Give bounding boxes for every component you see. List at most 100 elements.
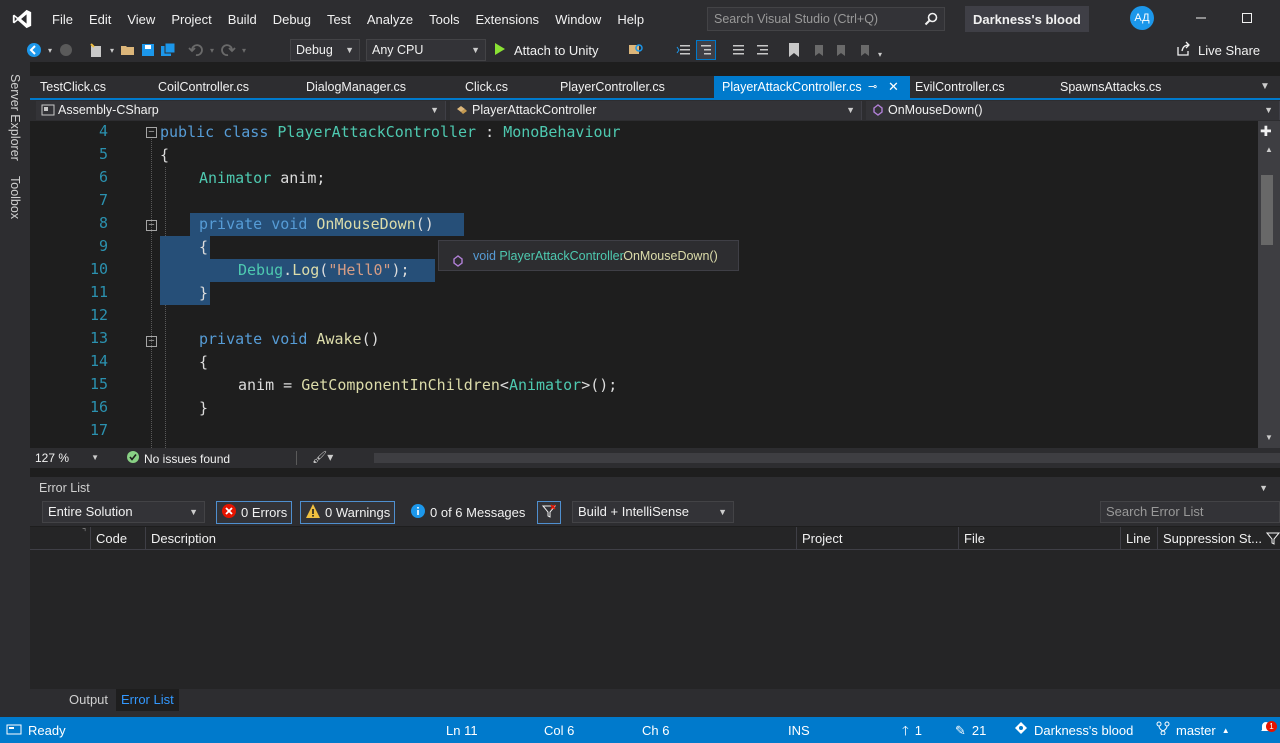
undo-dropdown-icon[interactable]: ▾ (206, 40, 218, 60)
tab-coilcontroller[interactable]: CoilController.cs (150, 76, 257, 98)
line-number: 6 (98, 168, 108, 186)
menu-window[interactable]: Window (547, 0, 609, 38)
tab-testclick[interactable]: TestClick.cs (32, 76, 114, 98)
horizontal-scrollbar[interactable] (374, 453, 1280, 463)
column-line[interactable]: Line (1120, 527, 1151, 550)
toolbox-tab[interactable]: Toolbox (8, 176, 22, 219)
solution-name: Darkness's blood (965, 6, 1089, 32)
tab-spawnsattacks[interactable]: SpawnsAttacks.cs (1052, 76, 1169, 98)
column-suppression[interactable]: Suppression St... (1157, 527, 1262, 550)
platform-select[interactable]: Any CPU ▼ (366, 39, 486, 61)
minimize-icon[interactable] (1178, 0, 1224, 36)
menu-project[interactable]: Project (163, 0, 219, 38)
menu-view[interactable]: View (119, 0, 163, 38)
attach-to-unity-button[interactable]: Attach to Unity (494, 39, 599, 61)
tab-playercontroller[interactable]: PlayerController.cs (552, 76, 673, 98)
pending-changes[interactable]: ✎ 21 (955, 717, 986, 743)
bookmark-icon[interactable] (784, 40, 804, 60)
tab-error-list[interactable]: Error List (116, 689, 179, 711)
outdent-icon[interactable] (674, 40, 694, 60)
tab-click[interactable]: Click.cs (457, 76, 516, 98)
menu-file[interactable]: File (44, 0, 81, 38)
pin-icon[interactable]: ⊸ (868, 76, 877, 98)
issues-indicator[interactable]: No issues found (126, 450, 230, 468)
scroll-down-icon[interactable]: ▼ (1265, 433, 1273, 442)
class-select[interactable]: PlayerAttackController ▼ (450, 101, 862, 120)
warnings-filter-button[interactable]: 0 Warnings (300, 501, 396, 524)
scroll-up-icon[interactable]: ▲ (1265, 145, 1273, 154)
notifications-button[interactable]: 1 (1258, 717, 1277, 743)
avatar[interactable]: АД (1130, 6, 1154, 30)
member-select[interactable]: OnMouseDown() ▼ (866, 101, 1280, 120)
chevron-down-icon: ▼ (189, 507, 198, 517)
scroll-thumb[interactable] (1261, 175, 1273, 245)
previous-bookmark-icon[interactable] (808, 40, 828, 60)
line-number: 5 (98, 145, 108, 163)
server-explorer-tab[interactable]: Server Explorer (8, 74, 22, 161)
column-description[interactable]: Description (145, 527, 216, 550)
project-select[interactable]: Assembly-CSharp ▼ (36, 101, 446, 120)
structure-view-icon[interactable] (696, 40, 716, 60)
save-icon[interactable] (138, 40, 158, 60)
find-in-files-icon[interactable] (626, 40, 646, 60)
class-value: PlayerAttackController (472, 103, 597, 117)
column-filter-icon[interactable] (1265, 531, 1280, 548)
column-file[interactable]: File (958, 527, 985, 550)
redo-icon[interactable] (218, 40, 238, 60)
split-icon[interactable]: ✚ (1260, 123, 1272, 140)
redo-dropdown-icon[interactable]: ▾ (238, 40, 250, 60)
maximize-icon[interactable] (1224, 0, 1270, 36)
scope-select[interactable]: Entire Solution ▼ (42, 501, 205, 523)
errors-filter-button[interactable]: 0 Errors (216, 501, 293, 524)
code-editor[interactable]: 4 5 6 7 8 9 10 11 12 13 14 15 16 17 − − − public clas… (30, 121, 1258, 448)
column-project[interactable]: Project (796, 527, 842, 550)
error-list-search-input[interactable]: Search Error List (1100, 501, 1280, 523)
ready-icon (6, 717, 22, 743)
undo-icon[interactable] (186, 40, 206, 60)
close-icon[interactable]: ✕ (888, 76, 899, 98)
menu-extensions[interactable]: Extensions (467, 0, 547, 38)
tab-list-dropdown-icon[interactable]: ▼ (1260, 76, 1270, 98)
open-folder-icon[interactable] (118, 40, 138, 60)
collapse-icon[interactable]: − (146, 127, 157, 138)
live-share-button[interactable]: Live Share (1176, 39, 1260, 61)
brush-icon[interactable]: 🖌▾ (312, 450, 333, 464)
zoom-select[interactable]: 127 % ▼ (35, 450, 99, 466)
tab-output[interactable]: Output (64, 689, 113, 711)
new-project-icon[interactable] (86, 40, 106, 60)
back-icon[interactable] (24, 40, 44, 60)
uncomment-icon[interactable] (752, 40, 772, 60)
panel-menu-icon[interactable]: ▼ (1259, 477, 1268, 499)
menu-analyze[interactable]: Analyze (359, 0, 421, 38)
column-code[interactable]: Code (90, 527, 127, 550)
next-bookmark-icon[interactable] (832, 40, 852, 60)
new-dropdown-icon[interactable]: ▾ (106, 40, 118, 60)
comment-icon[interactable] (728, 40, 748, 60)
menu-build[interactable]: Build (220, 0, 265, 38)
filter-button[interactable] (537, 501, 561, 524)
repository-selector[interactable]: Darkness's blood (1014, 717, 1133, 743)
toolbar-overflow-icon[interactable]: ▾ (874, 44, 886, 64)
source-select[interactable]: Build + IntelliSense ▼ (572, 501, 734, 523)
vertical-scrollbar[interactable]: ✚ ▲ ▼ (1258, 121, 1280, 448)
unpushed-commits[interactable]: 🡑 1 (902, 717, 922, 743)
clear-bookmarks-icon[interactable] (856, 40, 876, 60)
forward-icon[interactable] (56, 40, 76, 60)
save-all-icon[interactable] (158, 40, 178, 60)
document-tabs: TestClick.cs CoilController.cs DialogMan… (30, 76, 1280, 98)
menu-tools[interactable]: Tools (421, 0, 467, 38)
branch-selector[interactable]: master ▲ (1156, 717, 1230, 743)
line-number: 12 (89, 306, 108, 324)
tab-dialogmanager[interactable]: DialogManager.cs (298, 76, 414, 98)
menu-debug[interactable]: Debug (265, 0, 319, 38)
insert-mode[interactable]: INS (788, 717, 810, 743)
tab-evilcontroller[interactable]: EvilController.cs (907, 76, 1013, 98)
back-dropdown-icon[interactable]: ▾ (44, 40, 56, 60)
search-input[interactable]: Search Visual Studio (Ctrl+Q) (707, 7, 945, 31)
menu-edit[interactable]: Edit (81, 0, 119, 38)
configuration-select[interactable]: Debug ▼ (290, 39, 360, 61)
messages-filter-button[interactable]: 0 of 6 Messages (406, 501, 529, 524)
menu-help[interactable]: Help (609, 0, 652, 38)
menu-test[interactable]: Test (319, 0, 359, 38)
tab-playerattackcontroller[interactable]: PlayerAttackController.cs ⊸ ✕ (714, 76, 910, 98)
